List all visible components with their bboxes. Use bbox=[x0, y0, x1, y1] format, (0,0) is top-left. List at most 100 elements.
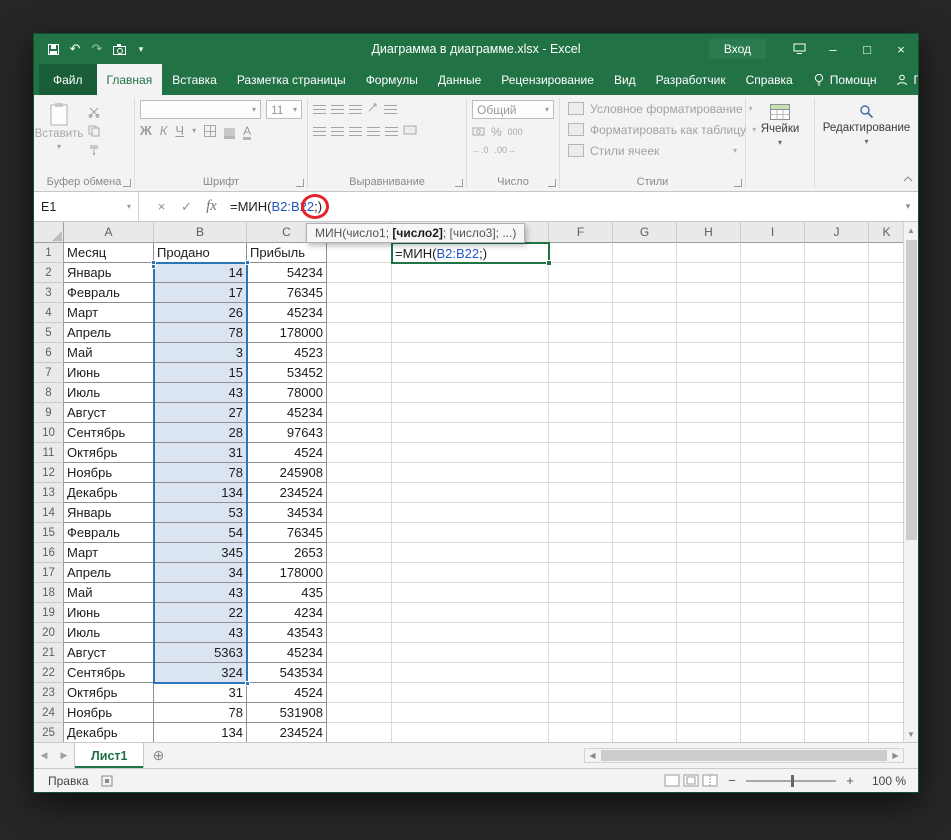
cell-F6[interactable] bbox=[549, 343, 613, 363]
cell-B6[interactable]: 3 bbox=[154, 343, 247, 363]
cell-A21[interactable]: Август bbox=[64, 643, 154, 663]
scroll-down-icon[interactable]: ▼ bbox=[904, 726, 918, 742]
cell-F3[interactable] bbox=[549, 283, 613, 303]
cell-E17[interactable] bbox=[392, 563, 549, 583]
cell-A7[interactable]: Июнь bbox=[64, 363, 154, 383]
column-header-B[interactable]: B bbox=[154, 222, 247, 243]
cell-J4[interactable] bbox=[805, 303, 869, 323]
formula-input[interactable]: =МИН(B2:B22;) bbox=[224, 192, 898, 221]
cell-C10[interactable]: 97643 bbox=[247, 423, 327, 443]
cell-D12[interactable] bbox=[327, 463, 392, 483]
vertical-scroll-thumb[interactable] bbox=[906, 240, 917, 540]
cell-C1[interactable]: Прибыль bbox=[247, 243, 327, 263]
cell-D25[interactable] bbox=[327, 723, 392, 742]
cell-F1[interactable] bbox=[549, 243, 613, 263]
cell-G10[interactable] bbox=[613, 423, 677, 443]
cell-E4[interactable] bbox=[392, 303, 549, 323]
chevron-down-icon[interactable]: ▾ bbox=[192, 126, 196, 135]
cell-J9[interactable] bbox=[805, 403, 869, 423]
cell-A20[interactable]: Июль bbox=[64, 623, 154, 643]
cell-G8[interactable] bbox=[613, 383, 677, 403]
cell-E15[interactable] bbox=[392, 523, 549, 543]
cell-I6[interactable] bbox=[741, 343, 805, 363]
row-header-6[interactable]: 6 bbox=[34, 343, 64, 363]
row-header-9[interactable]: 9 bbox=[34, 403, 64, 423]
cell-K16[interactable] bbox=[869, 543, 905, 563]
cell-H12[interactable] bbox=[677, 463, 741, 483]
camera-icon[interactable] bbox=[108, 34, 130, 64]
column-header-I[interactable]: I bbox=[741, 222, 805, 243]
row-header-5[interactable]: 5 bbox=[34, 323, 64, 343]
scroll-left-icon[interactable]: ◀ bbox=[585, 751, 600, 760]
cell-F8[interactable] bbox=[549, 383, 613, 403]
cell-H19[interactable] bbox=[677, 603, 741, 623]
row-header-20[interactable]: 20 bbox=[34, 623, 64, 643]
cell-A24[interactable]: Ноябрь bbox=[64, 703, 154, 723]
horizontal-scroll-thumb[interactable] bbox=[601, 750, 887, 761]
cell-E12[interactable] bbox=[392, 463, 549, 483]
cell-G11[interactable] bbox=[613, 443, 677, 463]
cell-D15[interactable] bbox=[327, 523, 392, 543]
cell-E3[interactable] bbox=[392, 283, 549, 303]
cell-G21[interactable] bbox=[613, 643, 677, 663]
cell-B11[interactable]: 31 bbox=[154, 443, 247, 463]
cell-C4[interactable]: 45234 bbox=[247, 303, 327, 323]
cell-K6[interactable] bbox=[869, 343, 905, 363]
cell-H22[interactable] bbox=[677, 663, 741, 683]
collapse-ribbon-button[interactable] bbox=[903, 169, 913, 187]
row-header-18[interactable]: 18 bbox=[34, 583, 64, 603]
cell-G1[interactable] bbox=[613, 243, 677, 263]
italic-button[interactable]: К bbox=[160, 123, 168, 138]
style-item-0[interactable]: Условное форматирование▾ bbox=[560, 98, 745, 119]
cell-H16[interactable] bbox=[677, 543, 741, 563]
cell-F11[interactable] bbox=[549, 443, 613, 463]
formula-bar-expand-button[interactable]: ▾ bbox=[898, 192, 918, 221]
decrease-indent-icon[interactable] bbox=[367, 127, 380, 136]
row-header-1[interactable]: 1 bbox=[34, 243, 64, 263]
cell-F21[interactable] bbox=[549, 643, 613, 663]
cell-B7[interactable]: 15 bbox=[154, 363, 247, 383]
cell-D4[interactable] bbox=[327, 303, 392, 323]
comma-style-button[interactable]: 000 bbox=[508, 127, 523, 137]
sheet-nav-right-icon[interactable]: ▶ bbox=[54, 743, 74, 768]
align-left-icon[interactable] bbox=[313, 127, 326, 136]
cell-J22[interactable] bbox=[805, 663, 869, 683]
cell-C17[interactable]: 178000 bbox=[247, 563, 327, 583]
cancel-button[interactable]: × bbox=[149, 192, 174, 221]
cell-J2[interactable] bbox=[805, 263, 869, 283]
cell-A15[interactable]: Февраль bbox=[64, 523, 154, 543]
cell-J6[interactable] bbox=[805, 343, 869, 363]
ribbon-tab-6[interactable]: Рецензирование bbox=[491, 64, 604, 95]
cell-E7[interactable] bbox=[392, 363, 549, 383]
orientation-icon[interactable] bbox=[367, 100, 379, 118]
cell-A17[interactable]: Апрель bbox=[64, 563, 154, 583]
ribbon-tab-5[interactable]: Данные bbox=[428, 64, 491, 95]
cell-G20[interactable] bbox=[613, 623, 677, 643]
cell-J13[interactable] bbox=[805, 483, 869, 503]
cell-F13[interactable] bbox=[549, 483, 613, 503]
cell-D7[interactable] bbox=[327, 363, 392, 383]
cell-H25[interactable] bbox=[677, 723, 741, 742]
cell-I9[interactable] bbox=[741, 403, 805, 423]
percent-style-button[interactable]: % bbox=[491, 125, 502, 139]
cell-A16[interactable]: Март bbox=[64, 543, 154, 563]
cell-I11[interactable] bbox=[741, 443, 805, 463]
ribbon-display-options-button[interactable] bbox=[782, 34, 816, 64]
cell-G18[interactable] bbox=[613, 583, 677, 603]
cell-B18[interactable]: 43 bbox=[154, 583, 247, 603]
sign-in-button[interactable]: Вход bbox=[709, 39, 766, 59]
normal-view-icon[interactable] bbox=[664, 774, 680, 787]
cell-E21[interactable] bbox=[392, 643, 549, 663]
cell-G4[interactable] bbox=[613, 303, 677, 323]
row-header-25[interactable]: 25 bbox=[34, 723, 64, 742]
dialog-launcher-icon[interactable] bbox=[455, 179, 463, 187]
ribbon-tab-7[interactable]: Вид bbox=[604, 64, 646, 95]
cell-B21[interactable]: 5363 bbox=[154, 643, 247, 663]
name-box-splitter[interactable] bbox=[139, 192, 149, 221]
cell-G2[interactable] bbox=[613, 263, 677, 283]
save-icon[interactable] bbox=[42, 34, 64, 64]
cell-K24[interactable] bbox=[869, 703, 905, 723]
zoom-slider[interactable] bbox=[746, 780, 836, 782]
align-right-icon[interactable] bbox=[349, 127, 362, 136]
column-header-G[interactable]: G bbox=[613, 222, 677, 243]
